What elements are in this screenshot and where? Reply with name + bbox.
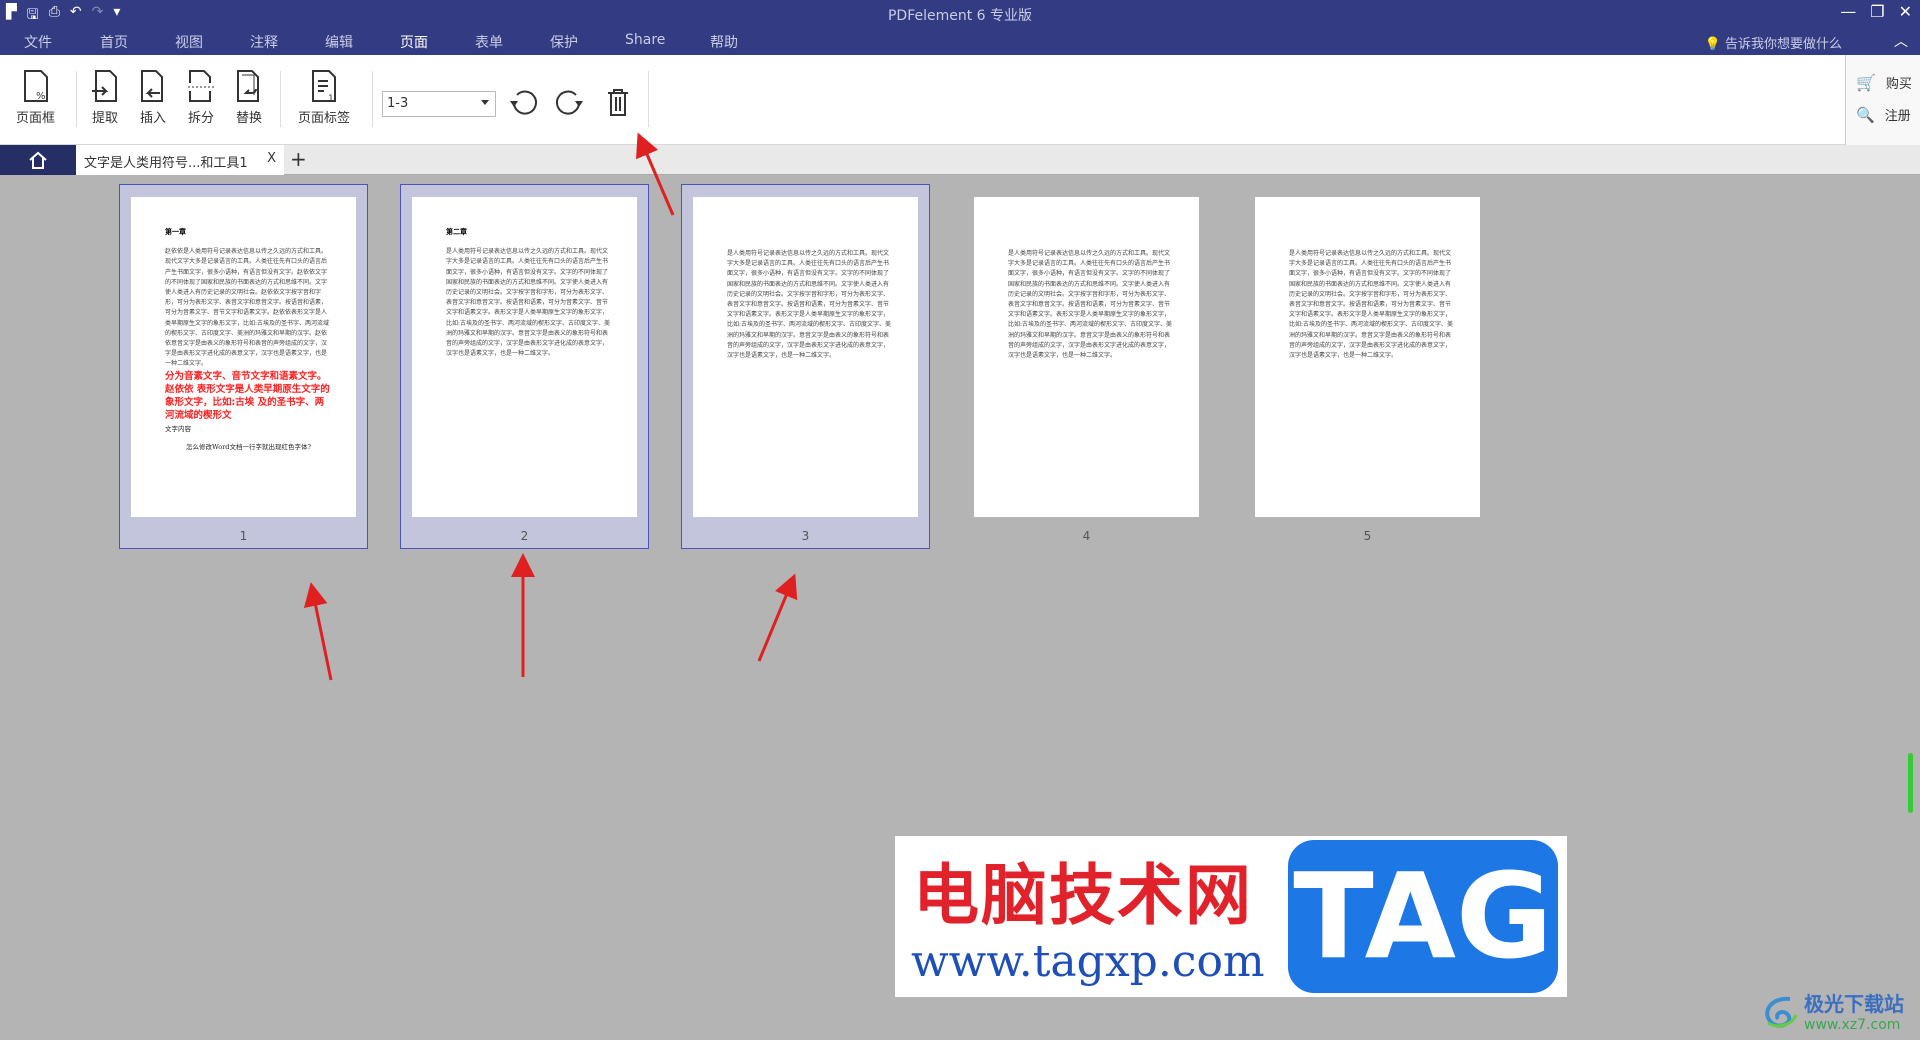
menu-home[interactable]: 首页	[100, 32, 128, 52]
home-icon	[29, 151, 47, 169]
menu-protect[interactable]: 保护	[550, 32, 578, 52]
insert-icon	[141, 70, 163, 102]
close-icon[interactable]: ✕	[1899, 2, 1912, 21]
page-range-dropdown[interactable]: 1-3	[382, 91, 496, 117]
replace-icon	[237, 70, 259, 102]
svg-text:1: 1	[328, 94, 334, 103]
purchase-panel: 🛒 购买 🔍 注册	[1845, 55, 1920, 145]
chevron-down-icon	[481, 100, 489, 109]
key-icon: 🔍	[1856, 105, 1875, 124]
replace-button[interactable]: 替换	[234, 69, 264, 126]
buy-label: 购买	[1885, 77, 1912, 92]
insert-button[interactable]: 插入	[138, 69, 168, 126]
minimize-icon[interactable]: —	[1840, 2, 1856, 21]
page-heading: 第二章	[446, 227, 467, 236]
red-arrow	[757, 573, 798, 662]
menu-page[interactable]: 页面	[400, 32, 428, 61]
buy-button[interactable]: 🛒 购买	[1856, 73, 1912, 92]
watermark-url: www.tagxp.com	[911, 936, 1265, 987]
red-arrow	[303, 582, 333, 681]
rotate-right-icon[interactable]	[555, 89, 585, 119]
menu-form[interactable]: 表单	[475, 32, 503, 52]
split-label: 拆分	[187, 111, 214, 126]
ribbon-toolbar: % 页面框 提取 插入 拆分 替换 1 页面标签 1-3 🛒 购买 🔍 注册	[0, 55, 1920, 145]
site-logo-name: 极光下载站	[1804, 992, 1904, 1016]
page-question: 怎么修改Word文档一行字就出现红色字体?	[186, 442, 311, 451]
watermark-banner: 电脑技术网 www.tagxp.com TAG	[895, 836, 1567, 997]
page-thumbnail[interactable]: 是人类用符号记录表达信息以传之久远的方式和工具。现代文字大多是记录语言的工具。人…	[681, 184, 930, 549]
insert-label: 插入	[139, 111, 166, 126]
register-label: 注册	[1884, 109, 1911, 124]
page-subheading: 文字内容	[165, 424, 191, 433]
page-preview: 是人类用符号记录表达信息以传之久远的方式和工具。现代文字大多是记录语言的工具。人…	[1255, 197, 1480, 517]
menu-edit[interactable]: 编辑	[325, 32, 353, 52]
page-number: 3	[801, 529, 810, 543]
document-tab-title: 文字是人类用符号...和工具1	[84, 156, 248, 171]
page-box-icon: %	[23, 70, 48, 102]
document-tab-bar: 文字是人类用符号...和工具1 X +	[0, 145, 1920, 175]
lightbulb-icon: 💡	[1704, 37, 1721, 52]
site-logo-url: www.xz7.com	[1804, 1017, 1901, 1033]
extract-label: 提取	[91, 111, 118, 126]
page-preview: 第二章是人类用符号记录表达信息以传之久远的方式和工具。现代文字大多是记录语言的工…	[412, 197, 637, 517]
page-preview: 是人类用符号记录表达信息以传之久远的方式和工具。现代文字大多是记录语言的工具。人…	[693, 197, 918, 517]
title-bar: ▛ 🖫 ⎙ ↶ ↷ ▾ PDFelement 6 专业版 — ❐ ✕	[0, 0, 1920, 27]
menu-share[interactable]: Share	[625, 32, 665, 48]
page-label-button[interactable]: 1 页面标签	[298, 69, 350, 126]
document-tab[interactable]: 文字是人类用符号...和工具1 X	[76, 145, 284, 175]
menu-help[interactable]: 帮助	[710, 32, 738, 52]
collapse-ribbon-icon[interactable]: ︿	[1894, 31, 1908, 51]
page-number: 4	[1082, 529, 1091, 543]
page-range-value: 1-3	[387, 96, 409, 111]
page-preview: 是人类用符号记录表达信息以传之久远的方式和工具。现代文字大多是记录语言的工具。人…	[974, 197, 1199, 517]
page-body-text: 是人类用符号记录表达信息以传之久远的方式和工具。现代文字大多是记录语言的工具。人…	[1008, 250, 1173, 360]
extract-button[interactable]: 提取	[90, 69, 120, 126]
rotate-left-icon[interactable]	[508, 89, 538, 119]
swirl-logo-icon	[1765, 996, 1798, 1028]
page-number: 5	[1363, 529, 1372, 543]
menu-file[interactable]: 文件	[24, 32, 52, 52]
delete-trash-icon[interactable]	[606, 88, 630, 118]
vertical-scrollbar[interactable]	[1908, 753, 1913, 813]
page-heading: 第一章	[165, 227, 186, 236]
extract-icon	[92, 70, 117, 102]
page-number: 1	[239, 529, 248, 543]
page-thumbnail[interactable]: 第二章是人类用符号记录表达信息以传之久远的方式和工具。现代文字大多是记录语言的工…	[400, 184, 649, 549]
page-thumbnail[interactable]: 是人类用符号记录表达信息以传之久远的方式和工具。现代文字大多是记录语言的工具。人…	[962, 184, 1211, 549]
site-logo: 极光下载站 www.xz7.com	[1760, 988, 1904, 1033]
page-box-button[interactable]: % 页面框	[16, 69, 55, 126]
home-tab[interactable]	[0, 145, 76, 175]
split-button[interactable]: 拆分	[186, 69, 216, 126]
svg-text:%: %	[36, 91, 46, 102]
page-box-label: 页面框	[16, 111, 56, 126]
tell-me-label: 告诉我你想要做什么	[1724, 37, 1842, 52]
page-red-text: 分为音素文字、音节文字和语素文字。 赵依依 表形文字是人类早期原生文字的象形文字…	[165, 370, 330, 421]
cart-icon: 🛒	[1856, 73, 1876, 92]
window-title: PDFelement 6 专业版	[887, 8, 1033, 24]
page-preview: 第一章赵依依是人类用符号记录表达信息以传之久远的方式和工具。现代文字大多是记录语…	[131, 197, 356, 517]
page-body-text: 赵依依是人类用符号记录表达信息以传之久远的方式和工具。现代文字大多是记录语言的工…	[165, 248, 330, 368]
page-thumbnail[interactable]: 是人类用符号记录表达信息以传之久远的方式和工具。现代文字大多是记录语言的工具。人…	[1243, 184, 1492, 549]
add-tab-button[interactable]: +	[290, 147, 307, 171]
split-icon	[188, 70, 214, 102]
watermark-cn: 电脑技术网	[913, 857, 1253, 934]
page-body-text: 是人类用符号记录表达信息以传之久远的方式和工具。现代文字大多是记录语言的工具。人…	[1289, 250, 1454, 360]
replace-label: 替换	[235, 111, 262, 126]
register-button[interactable]: 🔍 注册	[1856, 105, 1911, 125]
menu-comment[interactable]: 注释	[250, 32, 278, 52]
menu-bar: 文件 首页 视图 注释 编辑 页面 表单 保护 Share 帮助 💡 告诉我你想…	[0, 27, 1920, 61]
close-tab-icon[interactable]: X	[267, 151, 276, 166]
page-thumbnail[interactable]: 第一章赵依依是人类用符号记录表达信息以传之久远的方式和工具。现代文字大多是记录语…	[119, 184, 368, 549]
tell-me-search[interactable]: 💡 告诉我你想要做什么	[1705, 33, 1842, 52]
watermark-tag-logo: TAG	[1288, 840, 1558, 993]
page-label-icon: 1	[312, 70, 336, 103]
menu-view[interactable]: 视图	[175, 32, 203, 52]
page-body-text: 是人类用符号记录表达信息以传之久远的方式和工具。现代文字大多是记录语言的工具。人…	[446, 248, 611, 358]
page-body-text: 是人类用符号记录表达信息以传之久远的方式和工具。现代文字大多是记录语言的工具。人…	[727, 250, 892, 360]
restore-icon[interactable]: ❐	[1870, 2, 1884, 21]
page-number: 2	[520, 529, 529, 543]
page-label-label: 页面标签	[298, 111, 351, 126]
